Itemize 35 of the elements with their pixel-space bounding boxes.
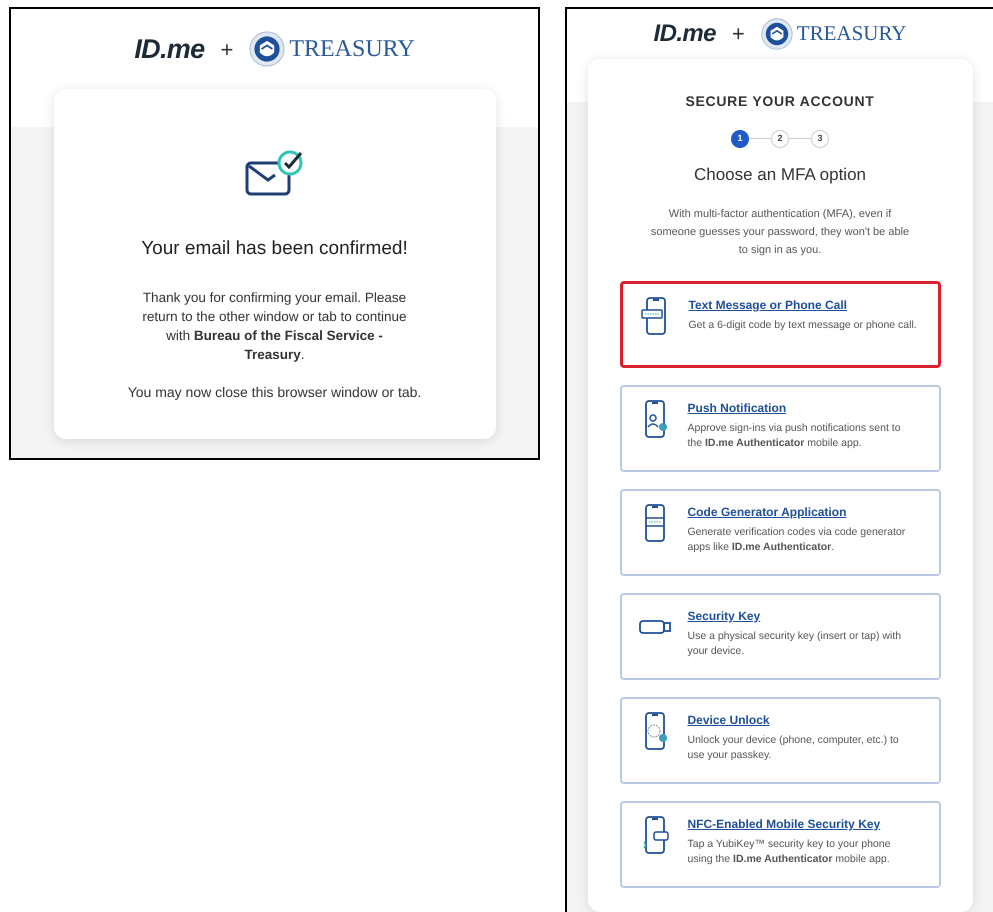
mfa-title: Choose an MFA option [694, 164, 866, 186]
mfa-option-card[interactable]: Device Unlock Unlock your device (phone, computer, etc.) to use your passkey. [620, 697, 940, 784]
confirmation-title: Your email has been confirmed! [141, 237, 408, 261]
close-window-note: You may now close this browser window or tab. [128, 382, 422, 402]
secure-account-heading: SECURE YOUR ACCOUNT [685, 92, 875, 110]
option-description: Tap a YubiKey™ security key to your phone using the ID.me Authenticator mobile app. [688, 837, 892, 867]
option-description: Unlock your device (phone, computer, etc.) to use your passkey. [688, 733, 900, 763]
mfa-option-card[interactable]: Text Message or Phone Call Get a 6-digit code by text message or phone call. [620, 281, 940, 368]
option-description: Get a 6-digit code by text message or phone call. [688, 318, 918, 333]
confirmation-message: Thank you for confirming your email. Please return to the other window or tab to continue with Bureau of the Fiscal Service - Treasury. [141, 288, 408, 364]
plus-sign: + [732, 20, 745, 48]
idme-logo: ID.me [134, 32, 204, 66]
treasury-logo-text: TREASURY [289, 35, 415, 64]
treasury-seal-icon [760, 18, 793, 50]
option-title-link[interactable]: Device Unlock [688, 711, 918, 729]
mfa-option-card[interactable]: Security Key Use a physical security key (insert or tap) with your device. [620, 593, 940, 680]
step-indicator: 1 [731, 130, 749, 148]
mfa-option-card[interactable]: Code Generator Application Generate verification codes via code generator apps like ID.me Authenticator. [620, 489, 940, 576]
option-description: Use a physical security key (insert or tap) with your device. [688, 629, 902, 659]
step-indicator: 2 [771, 130, 789, 148]
option-title-link[interactable]: Push Notification [688, 399, 918, 417]
mfa-option-card[interactable]: NFC-Enabled Mobile Security Key Tap a YubiKey™ security key to your phone using the ID.me Authenticator mobile app. [620, 801, 940, 888]
idme-logo: ID.me [654, 18, 716, 49]
option-title-link[interactable]: NFC-Enabled Mobile Security Key [688, 815, 918, 833]
plus-sign: + [220, 36, 234, 64]
option-title-link[interactable]: Security Key [688, 607, 918, 625]
treasury-seal-icon [249, 31, 286, 67]
step-indicator: 3 [811, 130, 829, 148]
treasury-logo-text: TREASURY [796, 20, 906, 47]
option-title-link[interactable]: Code Generator Application [688, 503, 918, 521]
mfa-intro: With multi-factor authentication (MFA), even if someone guesses your password, they won't be able to sign in as you. [650, 207, 910, 258]
mfa-option-card[interactable]: Push Notification Approve sign-ins via push notifications sent to the ID.me Authenticator mobile app. [620, 385, 940, 472]
option-description: Generate verification codes via code generator apps like ID.me Authenticator. [688, 525, 906, 555]
option-description: Approve sign-ins via push notifications sent to the ID.me Authenticator mobile app. [688, 421, 902, 451]
option-title-link[interactable]: Text Message or Phone Call [688, 296, 918, 314]
